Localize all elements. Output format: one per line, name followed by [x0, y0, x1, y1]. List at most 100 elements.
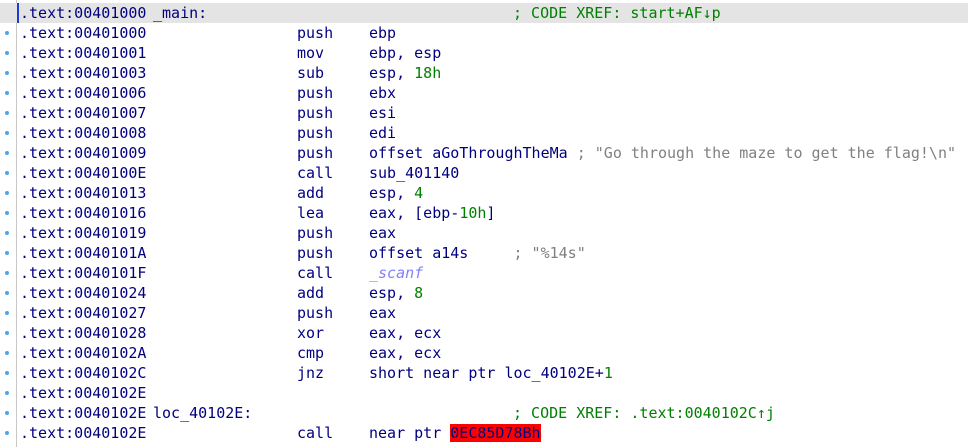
listing-row[interactable]: .text:00401028 xor eax, ecx: [0, 323, 968, 343]
breakpoint-dot-icon[interactable]: [5, 251, 9, 255]
external-symbol[interactable]: _scanf: [369, 264, 423, 282]
immediate-value[interactable]: 10h: [459, 204, 486, 222]
mnemonic[interactable]: cmp: [297, 343, 324, 363]
breakpoint-dot-icon[interactable]: [5, 371, 9, 375]
listing-row[interactable]: .text:0040101A push offset a14s ; "%14s": [0, 243, 968, 263]
operand-text[interactable]: ebp, esp: [369, 44, 441, 62]
mnemonic[interactable]: jnz: [297, 363, 324, 383]
address[interactable]: .text:00401016: [20, 203, 146, 223]
breakpoint-dot-icon[interactable]: [5, 51, 9, 55]
operand-text[interactable]: short near ptr loc_40102E+: [369, 364, 604, 382]
address[interactable]: .text:00401024: [20, 283, 146, 303]
listing-row[interactable]: .text:00401024 add esp, 8: [0, 283, 968, 303]
operand-text[interactable]: eax, ecx: [369, 344, 441, 362]
operands[interactable]: esp, 4: [369, 183, 423, 203]
address[interactable]: .text:00401003: [20, 63, 146, 83]
address[interactable]: .text:0040102E: [20, 403, 146, 423]
operand-text[interactable]: eax: [369, 304, 396, 322]
immediate-value[interactable]: 18h: [414, 64, 441, 82]
listing-row[interactable]: .text:00401013 add esp, 4: [0, 183, 968, 203]
operands[interactable]: _scanf: [369, 263, 423, 283]
mnemonic[interactable]: push: [297, 243, 333, 263]
listing-row[interactable]: .text:00401001 mov ebp, esp: [0, 43, 968, 63]
breakpoint-dot-icon[interactable]: [5, 271, 9, 275]
address[interactable]: .text:00401008: [20, 123, 146, 143]
listing-row[interactable]: .text:00401016 lea eax, [ebp-10h]: [0, 203, 968, 223]
listing-row[interactable]: .text:00401008 push edi: [0, 123, 968, 143]
address[interactable]: .text:0040100E: [20, 163, 146, 183]
immediate-value[interactable]: 8: [414, 284, 423, 302]
operands[interactable]: short near ptr loc_40102E+1: [369, 363, 613, 383]
operand-text[interactable]: eax, [ebp-: [369, 204, 459, 222]
breakpoint-dot-icon[interactable]: [5, 311, 9, 315]
listing-row[interactable]: .text:00401027 push eax: [0, 303, 968, 323]
address[interactable]: .text:0040102C: [20, 363, 146, 383]
operands[interactable]: offset aGoThroughTheMa ; "Go through the…: [369, 143, 956, 163]
address[interactable]: .text:00401007: [20, 103, 146, 123]
breakpoint-dot-icon[interactable]: [5, 211, 9, 215]
listing-row[interactable]: .text:00401019 push eax: [0, 223, 968, 243]
listing-row[interactable]: .text:0040102C jnz short near ptr loc_4010…: [0, 363, 968, 383]
listing-row[interactable]: .text:00401009 push offset aGoThroughTheMa…: [0, 143, 968, 163]
mnemonic[interactable]: push: [297, 143, 333, 163]
mnemonic[interactable]: push: [297, 223, 333, 243]
listing-row[interactable]: .text:00401006 push ebx: [0, 83, 968, 103]
operands[interactable]: ebx: [369, 83, 396, 103]
address[interactable]: .text:00401009: [20, 143, 146, 163]
listing-row[interactable]: .text:0040102E call near ptr 0EC85D78Bh: [0, 423, 968, 443]
mnemonic[interactable]: xor: [297, 323, 324, 343]
breakpoint-dot-icon[interactable]: [5, 71, 9, 75]
listing-row[interactable]: .text:0040102A cmp eax, ecx: [0, 343, 968, 363]
operand-text[interactable]: ebx: [369, 84, 396, 102]
operands[interactable]: ebp: [369, 23, 396, 43]
listing-row[interactable]: .text:0040102E: [0, 383, 968, 403]
breakpoint-dot-icon[interactable]: [5, 171, 9, 175]
mnemonic[interactable]: call: [297, 263, 333, 283]
breakpoint-dot-icon[interactable]: [5, 31, 9, 35]
immediate-value[interactable]: 4: [414, 184, 423, 202]
xref-comment[interactable]: ; CODE XREF: start+AF↓p: [513, 3, 721, 23]
code-label[interactable]: _main:: [153, 3, 207, 23]
operand-text[interactable]: offset a14s: [369, 244, 468, 262]
operands[interactable]: edi: [369, 123, 396, 143]
breakpoint-dot-icon[interactable]: [5, 431, 9, 435]
breakpoint-dot-icon[interactable]: [5, 111, 9, 115]
listing-row[interactable]: .text:0040102E loc_40102E: ; CODE XREF: .t…: [0, 403, 968, 423]
mnemonic[interactable]: mov: [297, 43, 324, 63]
mnemonic[interactable]: sub: [297, 63, 324, 83]
operand-text[interactable]: esi: [369, 104, 396, 122]
code-label[interactable]: loc_40102E:: [153, 403, 252, 423]
operand-text[interactable]: eax, ecx: [369, 324, 441, 342]
listing-row[interactable]: .text:00401000 _main: ; CODE XREF: start+A…: [0, 3, 968, 23]
mnemonic[interactable]: push: [297, 123, 333, 143]
xref-comment[interactable]: ; CODE XREF: .text:0040102C↑j: [513, 403, 775, 423]
operand-text[interactable]: esp,: [369, 284, 414, 302]
operands[interactable]: eax: [369, 223, 396, 243]
mnemonic[interactable]: lea: [297, 203, 324, 223]
listing-row[interactable]: .text:00401003 sub esp, 18h: [0, 63, 968, 83]
operands[interactable]: ebp, esp: [369, 43, 441, 63]
operands[interactable]: sub_401140: [369, 163, 459, 183]
operand-text[interactable]: near ptr: [369, 424, 450, 442]
listing-row[interactable]: .text:0040100E call sub_401140: [0, 163, 968, 183]
operands[interactable]: esi: [369, 103, 396, 123]
breakpoint-dot-icon[interactable]: [5, 151, 9, 155]
address[interactable]: .text:00401006: [20, 83, 146, 103]
mnemonic[interactable]: call: [297, 423, 333, 443]
operands[interactable]: near ptr 0EC85D78Bh: [369, 423, 541, 443]
breakpoint-dot-icon[interactable]: [5, 351, 9, 355]
breakpoint-dot-icon[interactable]: [5, 131, 9, 135]
operands[interactable]: eax, ecx: [369, 343, 441, 363]
address[interactable]: .text:00401001: [20, 43, 146, 63]
address[interactable]: .text:0040101F: [20, 263, 146, 283]
mnemonic[interactable]: push: [297, 83, 333, 103]
operands[interactable]: esp, 18h: [369, 63, 441, 83]
address[interactable]: .text:00401000: [20, 3, 146, 23]
listing-row[interactable]: .text:0040101F call _scanf: [0, 263, 968, 283]
breakpoint-dot-icon[interactable]: [5, 231, 9, 235]
breakpoint-dot-icon[interactable]: [5, 411, 9, 415]
address[interactable]: .text:0040102E: [20, 423, 146, 443]
operands[interactable]: offset a14s ; "%14s": [369, 243, 586, 263]
operand-text[interactable]: esp,: [369, 64, 414, 82]
disassembly-listing[interactable]: .text:00401000 _main: ; CODE XREF: start+A…: [0, 3, 968, 443]
